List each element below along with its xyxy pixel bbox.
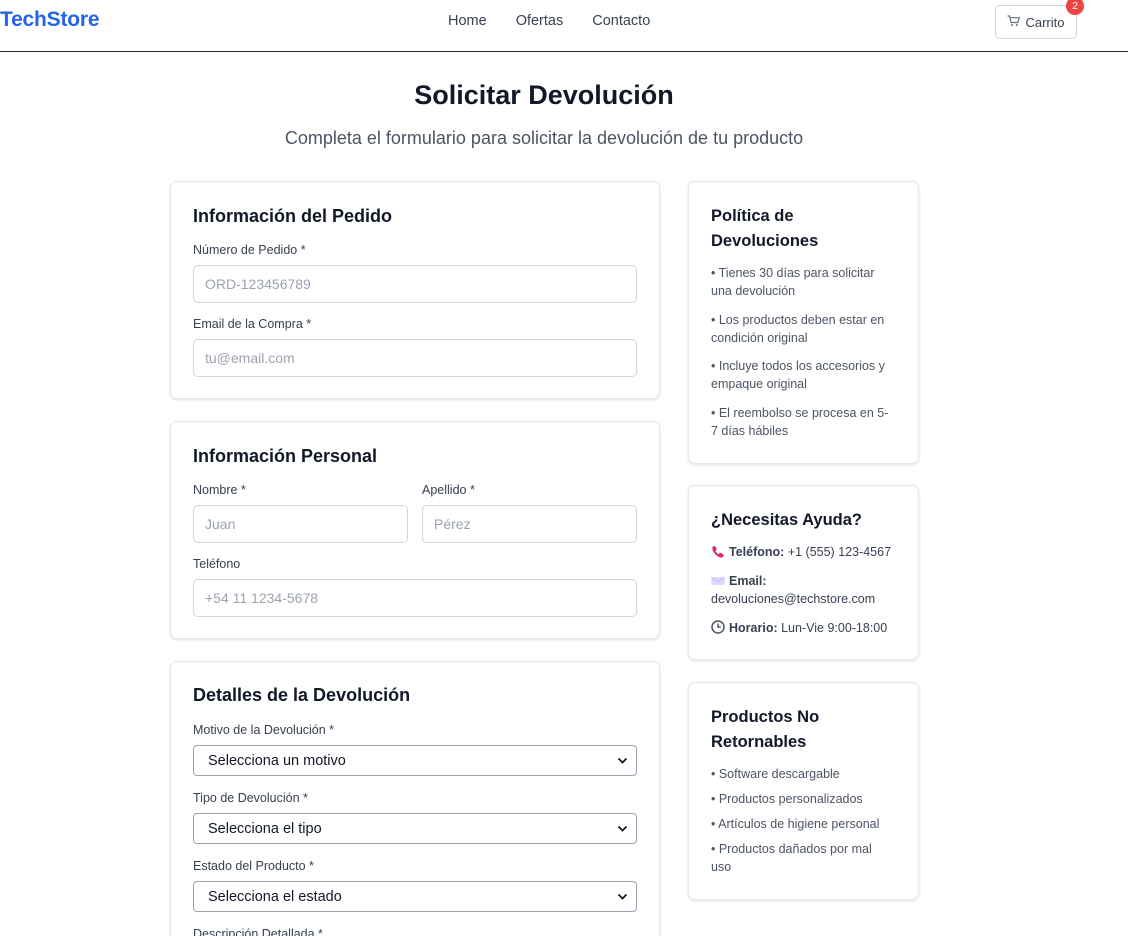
- phone-label: Teléfono: [193, 557, 241, 571]
- clock-icon: [711, 620, 725, 634]
- non-returnable-title: Productos No Retornables: [711, 708, 820, 751]
- non-returnable-item: • Software descargable: [711, 767, 840, 781]
- order-info-card: Información del Pedido Número de Pedido …: [170, 181, 660, 399]
- phone-icon: [712, 545, 724, 558]
- cart-icon: [1007, 14, 1021, 30]
- help-phone-value[interactable]: +1 (555) 123-4567: [788, 545, 891, 559]
- return-details-card: Detalles de la Devolución Motivo de la D…: [170, 661, 660, 936]
- page-subtitle: Completa el formulario para solicitar la…: [284, 128, 804, 148]
- first-name-input[interactable]: [193, 505, 408, 543]
- help-email-label: Email:: [729, 574, 767, 588]
- help-email-row: Email: devoluciones@techstore.com: [711, 572, 911, 608]
- return-reason-select[interactable]: Selecciona un motivo: [193, 745, 637, 776]
- last-name-label: Apellido *: [422, 483, 475, 497]
- non-returnable-card: Productos No Retornables • Software desc…: [688, 682, 919, 900]
- return-policy-card: Política de Devoluciones • Tienes 30 día…: [688, 181, 919, 464]
- help-hours-row: Horario: Lun-Vie 9:00-18:00: [711, 619, 911, 637]
- cart-button[interactable]: Carrito: [995, 5, 1077, 39]
- product-condition-label: Estado del Producto *: [193, 859, 314, 873]
- help-email-value[interactable]: devoluciones@techstore.com: [711, 592, 875, 606]
- help-phone-row: Teléfono: +1 (555) 123-4567: [711, 543, 911, 561]
- product-condition-select[interactable]: Selecciona el estado: [193, 881, 637, 912]
- phone-input[interactable]: [193, 579, 637, 617]
- help-phone-label: Teléfono:: [729, 545, 785, 559]
- cart-count-badge: 2: [1066, 0, 1084, 15]
- non-returnable-item: • Productos dañados por mal uso: [711, 842, 872, 874]
- personal-info-card: Información Personal Nombre * Apellido *…: [170, 421, 660, 639]
- personal-info-title: Información Personal: [193, 446, 378, 466]
- nav-link-contacto[interactable]: Contacto: [592, 13, 650, 29]
- nav-link-home[interactable]: Home: [448, 13, 487, 29]
- nav-link-ofertas[interactable]: Ofertas: [516, 13, 564, 29]
- top-navbar: TechStore Home Ofertas Contacto Carrito …: [0, 0, 1128, 52]
- help-title: ¿Necesitas Ayuda?: [711, 511, 862, 529]
- return-type-value: Selecciona el tipo: [208, 820, 322, 837]
- help-card: ¿Necesitas Ayuda? Teléfono: +1 (555) 123…: [688, 485, 919, 660]
- chevron-down-icon: [617, 757, 628, 764]
- return-details-title: Detalles de la Devolución: [193, 685, 411, 705]
- last-name-input[interactable]: [422, 505, 637, 543]
- purchase-email-input[interactable]: [193, 339, 637, 377]
- order-number-input[interactable]: [193, 265, 637, 303]
- return-type-select[interactable]: Selecciona el tipo: [193, 813, 637, 844]
- policy-item: • El reembolso se procesa en 5-7 días há…: [711, 406, 889, 438]
- nav-links: Home Ofertas Contacto: [448, 13, 679, 29]
- brand-logo[interactable]: TechStore: [0, 8, 100, 32]
- purchase-email-label: Email de la Compra *: [193, 317, 312, 331]
- policy-item: • Los productos deben estar en condición…: [711, 313, 885, 345]
- page-title: Solicitar Devolución: [414, 80, 674, 110]
- help-hours-value: Lun-Vie 9:00-18:00: [781, 621, 888, 635]
- chevron-down-icon: [617, 893, 628, 900]
- email-icon: [711, 577, 725, 585]
- return-policy-title: Política de Devoluciones: [711, 207, 819, 250]
- non-returnable-item: • Artículos de higiene personal: [711, 817, 880, 831]
- description-label: Descripción Detallada *: [193, 927, 323, 936]
- order-info-title: Información del Pedido: [193, 206, 393, 226]
- first-name-label: Nombre *: [193, 483, 246, 497]
- cart-label: Carrito: [1025, 14, 1065, 30]
- product-condition-value: Selecciona el estado: [208, 888, 342, 905]
- non-returnable-item: • Productos personalizados: [711, 792, 863, 806]
- order-number-label: Número de Pedido *: [193, 243, 306, 257]
- policy-item: • Tienes 30 días para solicitar una devo…: [711, 266, 875, 298]
- help-hours-label: Horario:: [729, 621, 778, 635]
- return-type-label: Tipo de Devolución *: [193, 791, 308, 805]
- policy-item: • Incluye todos los accesorios y empaque…: [711, 359, 885, 391]
- return-reason-label: Motivo de la Devolución *: [193, 723, 335, 737]
- chevron-down-icon: [617, 825, 628, 832]
- return-reason-value: Selecciona un motivo: [208, 752, 346, 769]
